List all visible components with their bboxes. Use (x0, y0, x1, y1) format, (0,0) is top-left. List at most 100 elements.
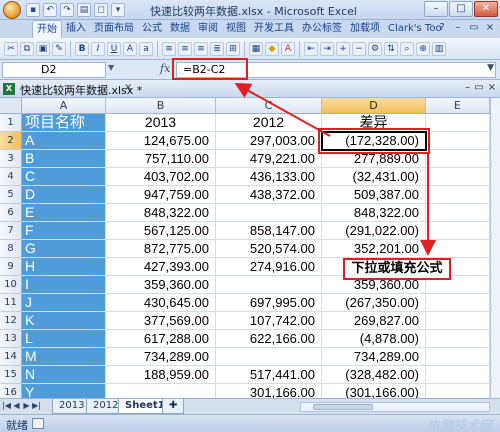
ribbon-close-icon[interactable]: × (484, 22, 496, 34)
select-all-corner[interactable] (0, 98, 22, 114)
insert-icon[interactable]: + (336, 41, 350, 56)
decrease-indent-icon[interactable]: ⇤ (304, 41, 318, 56)
align-center-icon[interactable]: ≡ (178, 41, 192, 56)
item-name-cell[interactable]: J (22, 294, 106, 312)
tab-insert[interactable]: 插入 (62, 20, 90, 38)
value-2013-cell[interactable]: 427,393.00 (106, 258, 216, 276)
value-2012-cell[interactable]: 107,742.00 (216, 312, 322, 330)
bold-button[interactable]: B (75, 41, 89, 56)
workbook-close-icon[interactable]: × (488, 82, 496, 93)
row-header[interactable]: 8 (0, 240, 22, 258)
row-header[interactable]: 7 (0, 222, 22, 240)
value-2013-cell[interactable]: 872,775.00 (106, 240, 216, 258)
row-header[interactable]: 12 (0, 312, 22, 330)
value-2013-cell[interactable]: 377,569.00 (106, 312, 216, 330)
difference-cell[interactable]: 848,322.00 (322, 204, 426, 222)
first-sheet-icon[interactable]: |◀ (2, 401, 11, 410)
value-2013-cell[interactable]: 430,645.00 (106, 294, 216, 312)
empty-cell[interactable] (426, 312, 490, 330)
undo-icon[interactable]: ↶ (43, 3, 57, 17)
row-header[interactable]: 14 (0, 348, 22, 366)
empty-cell[interactable] (426, 114, 490, 132)
tab-office-tab[interactable]: 办公标签 (298, 20, 346, 38)
value-2012-cell[interactable] (216, 204, 322, 222)
increase-indent-icon[interactable]: ⇥ (320, 41, 334, 56)
last-sheet-icon[interactable]: ▶| (32, 401, 41, 410)
item-name-cell[interactable]: B (22, 150, 106, 168)
row-header[interactable]: 3 (0, 150, 22, 168)
header-cell-2012[interactable]: 2012 (216, 114, 322, 132)
fill-color-icon[interactable]: ◆ (265, 41, 279, 56)
spreadsheet-grid[interactable]: A B C D E 1 项目名称 2013 2012 差异 2 A 124,675.00 297… (0, 98, 500, 408)
align-left-icon[interactable]: ≡ (162, 41, 176, 56)
difference-cell[interactable]: (291,022.00) (322, 222, 426, 240)
cut-icon[interactable]: ✂ (4, 41, 18, 56)
prev-sheet-icon[interactable]: ◀ (12, 401, 21, 410)
item-name-cell[interactable]: E (22, 204, 106, 222)
workbook-close-button[interactable]: × (124, 82, 132, 93)
format-painter-icon[interactable]: ✎ (52, 41, 66, 56)
tab-home[interactable]: 开始 (32, 20, 62, 38)
empty-cell[interactable] (426, 240, 490, 258)
item-name-cell[interactable]: H (22, 258, 106, 276)
font-shrink-icon[interactable]: a (139, 41, 153, 56)
align-right-icon[interactable]: ≡ (194, 41, 208, 56)
difference-cell[interactable]: (4,878.00) (322, 330, 426, 348)
next-sheet-icon[interactable]: ▶ (22, 401, 31, 410)
font-color-icon[interactable]: A (281, 41, 295, 56)
row-header[interactable]: 10 (0, 276, 22, 294)
borders-icon[interactable]: ▦ (249, 41, 263, 56)
item-name-cell[interactable]: K (22, 312, 106, 330)
chart-icon[interactable]: ▥ (432, 41, 446, 56)
value-2013-cell[interactable]: 403,702.00 (106, 168, 216, 186)
customize-qat-icon[interactable]: ▾ (111, 3, 125, 17)
value-2012-cell[interactable] (216, 348, 322, 366)
minimize-button[interactable]: – (424, 1, 448, 17)
column-header-e[interactable]: E (426, 98, 490, 114)
column-header-d[interactable]: D (322, 98, 426, 114)
value-2013-cell[interactable]: 188,959.00 (106, 366, 216, 384)
empty-cell[interactable] (426, 330, 490, 348)
zoom-icon[interactable]: ⊕ (416, 41, 430, 56)
tab-formulas[interactable]: 公式 (138, 20, 166, 38)
format-icon[interactable]: ⚙ (368, 41, 382, 56)
copy-icon[interactable]: ⧉ (20, 41, 34, 56)
row-header[interactable]: 13 (0, 330, 22, 348)
tab-view[interactable]: 视图 (222, 20, 250, 38)
item-name-cell[interactable]: G (22, 240, 106, 258)
value-2012-cell[interactable]: 622,166.00 (216, 330, 322, 348)
difference-cell[interactable]: (32,431.00) (322, 168, 426, 186)
column-header-b[interactable]: B (106, 98, 216, 114)
value-2013-cell[interactable]: 757,110.00 (106, 150, 216, 168)
value-2013-cell[interactable]: 124,675.00 (106, 132, 216, 150)
empty-cell[interactable] (426, 204, 490, 222)
value-2013-cell[interactable]: 734,289.00 (106, 348, 216, 366)
redo-icon[interactable]: ↷ (60, 3, 74, 17)
office-button[interactable] (3, 1, 21, 19)
empty-cell[interactable] (426, 294, 490, 312)
item-name-cell[interactable]: A (22, 132, 106, 150)
item-name-cell[interactable]: L (22, 330, 106, 348)
difference-cell[interactable]: 734,289.00 (322, 348, 426, 366)
value-2012-cell[interactable]: 858,147.00 (216, 222, 322, 240)
preview-icon[interactable]: ◻ (94, 3, 108, 17)
column-header-c[interactable]: C (216, 98, 322, 114)
tab-developer[interactable]: 开发工具 (250, 20, 298, 38)
macro-record-icon[interactable] (32, 418, 44, 429)
empty-cell[interactable] (426, 168, 490, 186)
value-2012-cell[interactable]: 297,003.00 (216, 132, 322, 150)
row-header[interactable]: 2 (0, 132, 22, 150)
empty-cell[interactable] (426, 348, 490, 366)
tab-page-layout[interactable]: 页面布局 (90, 20, 138, 38)
empty-cell[interactable] (426, 366, 490, 384)
tab-addins[interactable]: 加载项 (346, 20, 384, 38)
row-header[interactable]: 6 (0, 204, 22, 222)
find-icon[interactable]: ⌕ (400, 41, 414, 56)
tab-review[interactable]: 审阅 (194, 20, 222, 38)
value-2012-cell[interactable]: 436,133.00 (216, 168, 322, 186)
font-grow-icon[interactable]: A (123, 41, 137, 56)
difference-cell[interactable]: (267,350.00) (322, 294, 426, 312)
paste-icon[interactable]: ▣ (36, 41, 50, 56)
value-2012-cell[interactable]: 274,916.00 (216, 258, 322, 276)
vertical-scrollbar[interactable] (490, 98, 500, 398)
